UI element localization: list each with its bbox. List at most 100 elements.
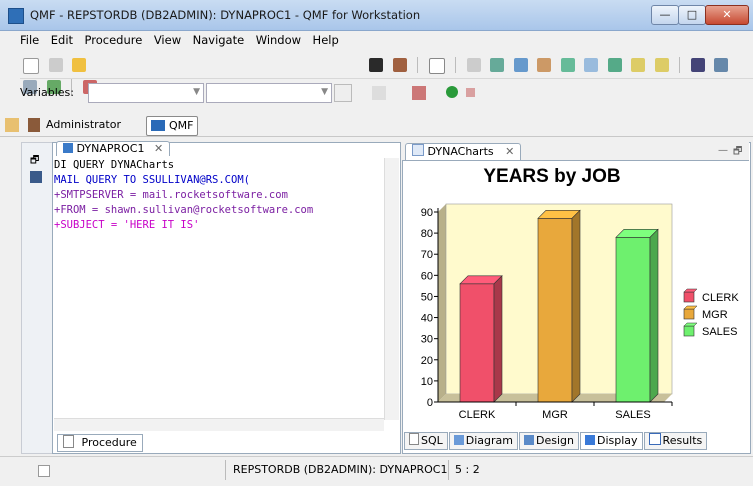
chevron-down-icon: ▼ <box>193 87 200 97</box>
tab-sql[interactable]: SQL <box>404 432 448 450</box>
editor-line: +FROM = shawn.sullivan@rocketsoftware.co… <box>54 204 314 216</box>
perspective-qmf[interactable]: QMF <box>146 116 199 136</box>
console-icon[interactable] <box>369 58 383 72</box>
y-tick-label: 40 <box>421 313 433 325</box>
bar-side <box>571 209 581 403</box>
legend-swatch-top <box>683 305 698 310</box>
tool-icon[interactable] <box>513 58 528 72</box>
tool-icon[interactable] <box>714 58 728 72</box>
tool-icon[interactable] <box>690 58 705 72</box>
toolbar-separator <box>455 57 456 73</box>
app-icon <box>8 8 24 24</box>
y-tick-label: 10 <box>421 376 433 388</box>
editor-horizontal-scrollbar[interactable] <box>54 418 384 431</box>
title-bar: QMF - REPSTORDB (DB2ADMIN): DYNAPROC1 - … <box>0 0 753 31</box>
tab-procedure[interactable]: Procedure <box>57 434 143 452</box>
minimize-button[interactable]: — <box>651 5 679 25</box>
maximize-view-icon[interactable]: 🗗 <box>733 144 742 161</box>
tool-icon[interactable] <box>490 58 504 72</box>
tool-icon[interactable] <box>537 58 551 72</box>
editor-line: DI QUERY DYNACharts <box>54 159 175 171</box>
status-separator <box>225 460 226 480</box>
status-connection: REPSTORDB (DB2ADMIN): DYNAPROC1 <box>233 463 448 476</box>
new-icon[interactable] <box>23 58 39 74</box>
y-tick-label: 70 <box>421 249 433 261</box>
bar <box>537 218 573 403</box>
tab-dynacharts[interactable]: DYNACharts ✕ <box>405 143 522 160</box>
x-tick-label: MGR <box>542 409 568 421</box>
tab-design-label: Design <box>536 434 574 447</box>
menu-window[interactable]: Window <box>256 33 301 47</box>
tool-icon[interactable] <box>654 58 669 72</box>
procedure-editor[interactable]: DI QUERY DYNACharts MAIL QUERY TO SSULLIV… <box>54 158 384 233</box>
minimize-view-icon[interactable]: — <box>718 145 728 156</box>
open-folder-icon[interactable] <box>72 58 86 72</box>
menu-file[interactable]: File <box>20 33 39 47</box>
bar-side <box>649 228 659 403</box>
status-separator <box>448 460 449 480</box>
variables-combo-1[interactable]: ▼ <box>88 83 204 103</box>
legend-swatch <box>683 308 695 320</box>
menu-navigate[interactable]: Navigate <box>193 33 245 47</box>
sql-icon <box>409 433 419 445</box>
tool-icon[interactable] <box>584 58 598 72</box>
editor-line: MAIL QUERY TO SSULLIVAN@RS.COM( <box>54 174 250 186</box>
tool-icon[interactable] <box>466 58 481 72</box>
tool-icon[interactable] <box>560 58 575 72</box>
tool-icon[interactable] <box>372 86 386 100</box>
legend-swatch-top <box>683 322 698 327</box>
maximize-button[interactable]: □ <box>678 5 706 25</box>
tab-diagram[interactable]: Diagram <box>448 432 519 450</box>
menu-procedure[interactable]: Procedure <box>85 33 143 47</box>
restore-icon[interactable]: 🗗 <box>30 153 39 170</box>
tool-icon[interactable] <box>412 86 426 100</box>
main-toolbar <box>20 52 753 95</box>
bar-side <box>493 275 503 403</box>
tab-dynaproc1-label: DYNAPROC1 <box>76 142 145 155</box>
editor-vertical-scrollbar[interactable] <box>384 158 399 420</box>
tab-sql-label: SQL <box>421 434 443 447</box>
save-icon[interactable] <box>48 58 63 72</box>
variables-button[interactable] <box>334 84 352 102</box>
window-title: QMF - REPSTORDB (DB2ADMIN): DYNAPROC1 - … <box>30 8 421 22</box>
open-perspective-icon[interactable] <box>5 118 19 132</box>
x-tick-label: SALES <box>615 409 650 421</box>
y-tick-label: 0 <box>427 397 433 409</box>
new-view-icon[interactable] <box>38 465 50 477</box>
tool-icon[interactable] <box>607 58 622 72</box>
menu-edit[interactable]: Edit <box>51 33 73 47</box>
perspective-qmf-label: QMF <box>169 119 194 132</box>
editor-line: +SMTPSERVER = mail.rocketsoftware.com <box>54 189 288 201</box>
close-icon[interactable]: ✕ <box>154 142 163 155</box>
tab-dynaproc1[interactable]: DYNAPROC1 ✕ <box>56 141 171 156</box>
tab-display[interactable]: Display <box>580 432 643 450</box>
query-icon[interactable] <box>428 58 445 74</box>
chevron-down-icon: ▼ <box>321 87 328 97</box>
perspective-administrator[interactable]: Administrator <box>42 116 125 134</box>
chart-side-wall <box>438 204 446 402</box>
menu-help[interactable]: Help <box>313 33 339 47</box>
view-tabs: SQL Diagram Design Display Results <box>404 432 708 450</box>
view-icon[interactable] <box>30 171 42 183</box>
close-icon[interactable]: ✕ <box>505 145 514 158</box>
database-icon[interactable] <box>392 58 407 72</box>
y-tick-label: 80 <box>421 228 433 240</box>
procedure-icon <box>63 143 73 153</box>
variables-combo-2[interactable]: ▼ <box>206 83 332 103</box>
tool-icon[interactable] <box>631 58 645 72</box>
design-icon <box>524 435 535 445</box>
bar <box>615 237 651 403</box>
y-tick-label: 30 <box>421 334 433 346</box>
tab-dynacharts-label: DYNACharts <box>427 145 494 158</box>
stop-icon[interactable] <box>466 88 475 97</box>
menu-view[interactable]: View <box>154 33 181 47</box>
tab-diagram-label: Diagram <box>465 434 514 447</box>
tab-results[interactable]: Results <box>643 432 708 450</box>
run-icon[interactable] <box>446 86 458 98</box>
document-icon <box>63 435 74 448</box>
y-tick-label: 90 <box>421 207 433 219</box>
menu-bar: File Edit Procedure View Navigate Window… <box>20 33 347 51</box>
legend-swatch <box>683 325 695 337</box>
tab-design[interactable]: Design <box>519 432 579 450</box>
close-button[interactable]: ✕ <box>705 5 749 25</box>
